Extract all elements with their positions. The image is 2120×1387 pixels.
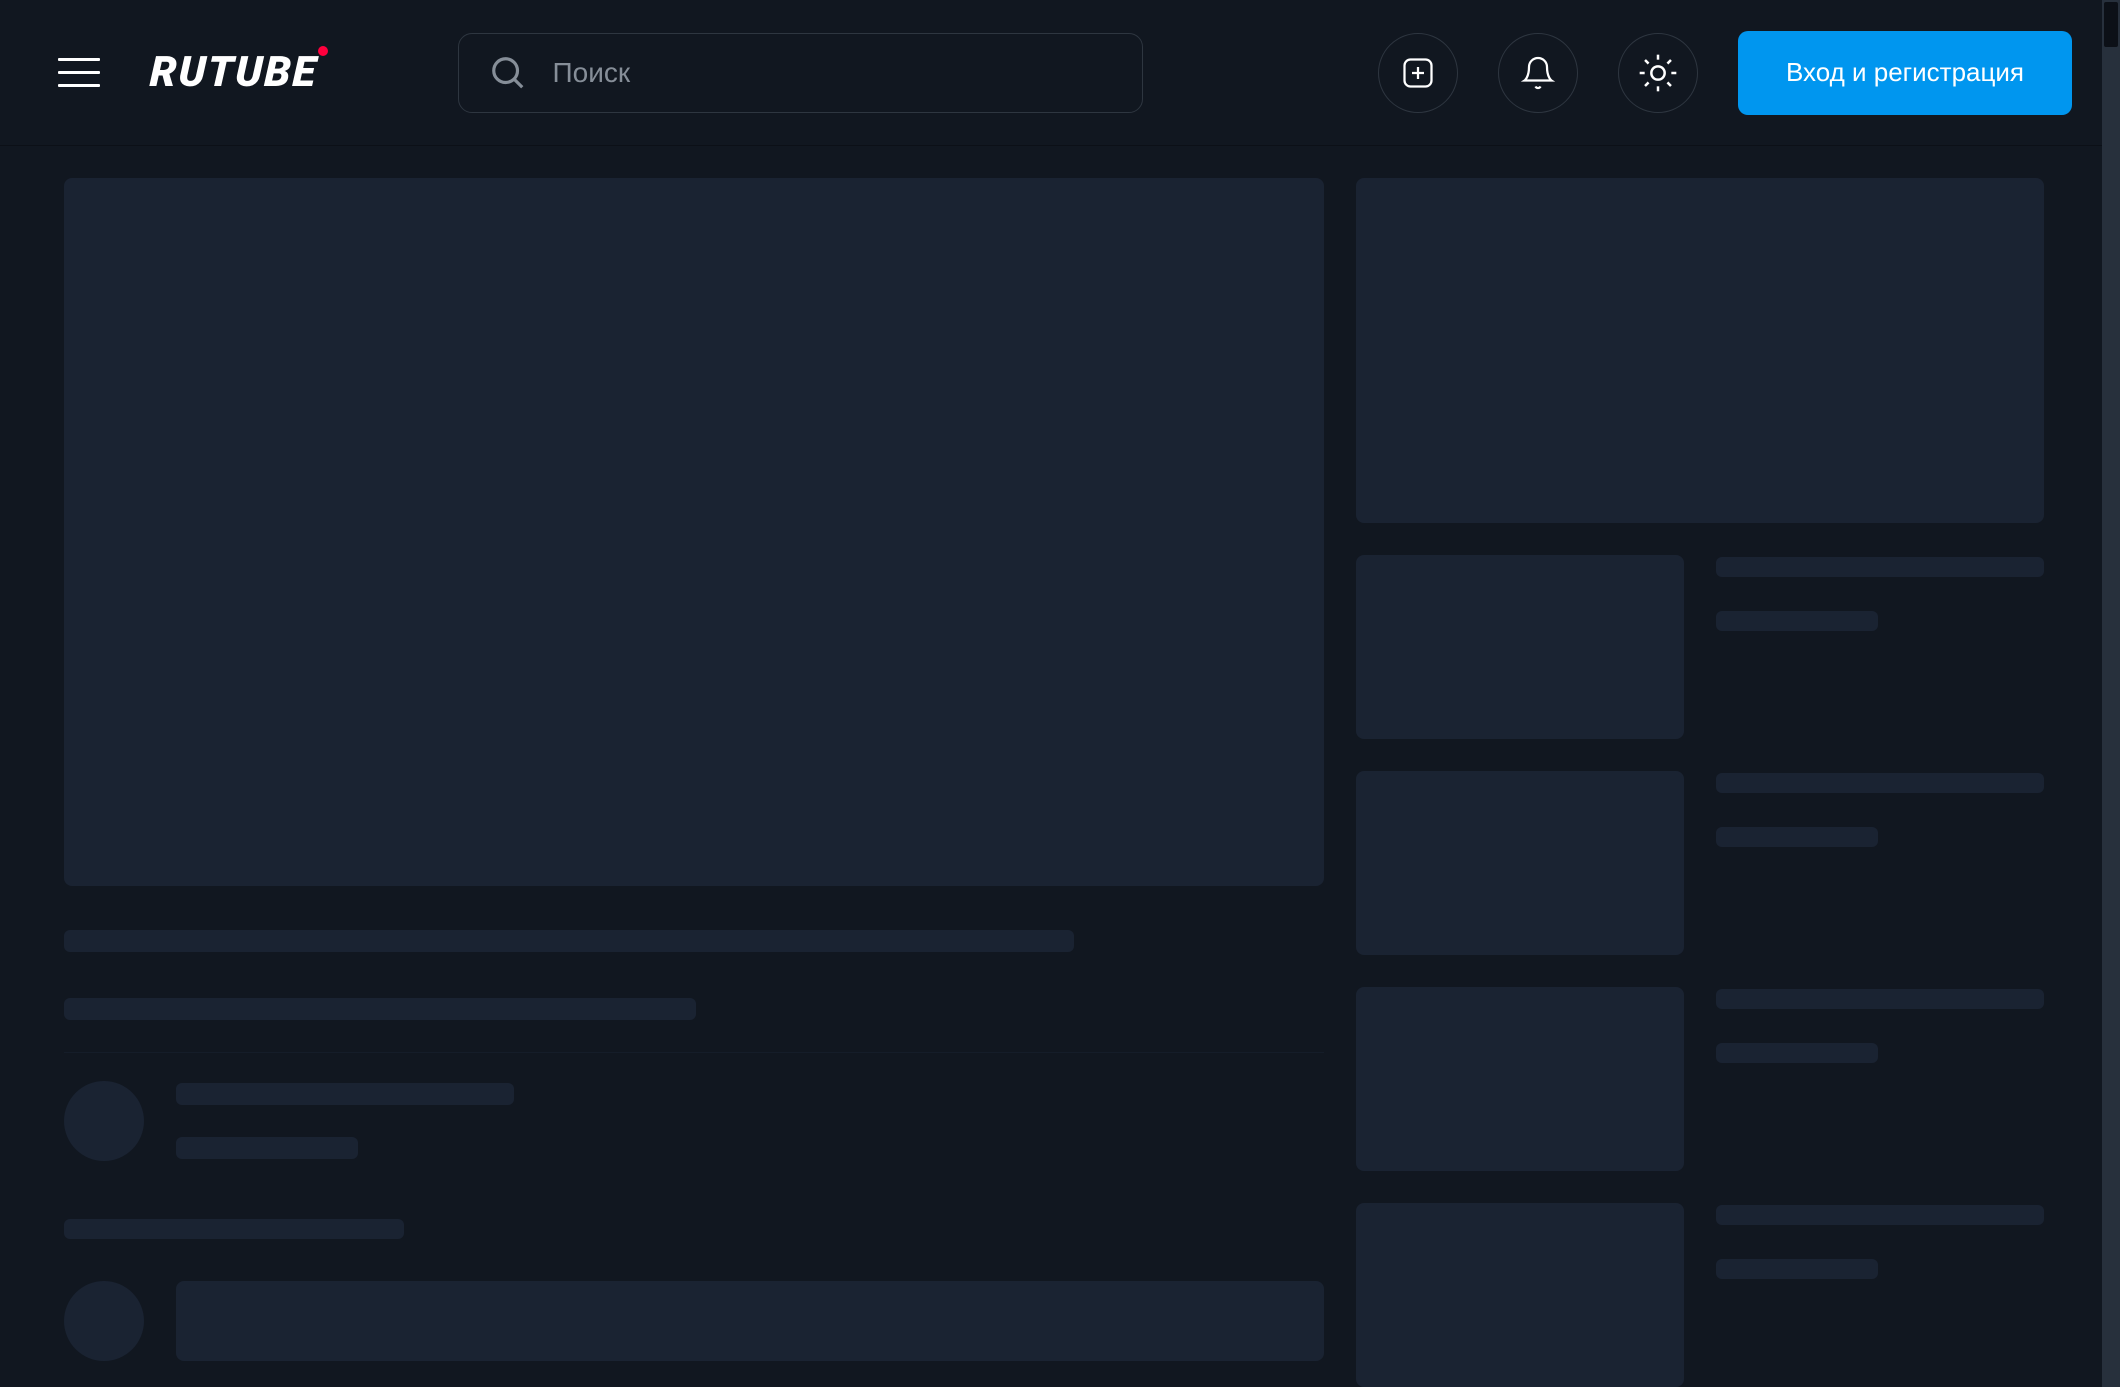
right-column [1356, 178, 2044, 1387]
promo-skeleton [1356, 178, 2044, 523]
add-video-button[interactable] [1378, 33, 1458, 113]
header: RUTUBE [0, 0, 2120, 145]
rec-meta-skeleton [1716, 1259, 1878, 1279]
recommendation-skeleton [1356, 1203, 2044, 1387]
logo-text: RUTUBE [149, 48, 319, 97]
add-video-icon [1400, 55, 1436, 91]
bell-icon [1520, 55, 1556, 91]
rec-thumb-skeleton [1356, 555, 1684, 739]
login-button[interactable]: Вход и регистрация [1738, 31, 2072, 115]
recommendation-skeleton [1356, 987, 2044, 1171]
rec-meta-skeleton [1716, 1043, 1878, 1063]
scrollbar-thumb[interactable] [2104, 2, 2118, 47]
left-column [64, 178, 1324, 1387]
channel-avatar-skeleton [64, 1081, 144, 1161]
rec-title-skeleton [1716, 773, 2044, 793]
theme-toggle-button[interactable] [1618, 33, 1698, 113]
rec-title-skeleton [1716, 557, 2044, 577]
comment-row [64, 1281, 1324, 1361]
main-content [0, 146, 2120, 1387]
notifications-button[interactable] [1498, 33, 1578, 113]
header-actions: Вход и регистрация [1378, 31, 2072, 115]
rec-meta-skeleton [1716, 827, 1878, 847]
logo[interactable]: RUTUBE [150, 48, 318, 97]
rec-meta-skeleton [1716, 611, 1878, 631]
search-icon [489, 54, 527, 92]
channel-name-skeleton [176, 1083, 514, 1105]
channel-row [64, 1081, 1324, 1161]
video-meta-skeleton [64, 998, 696, 1020]
user-avatar-skeleton [64, 1281, 144, 1361]
rec-title-skeleton [1716, 1205, 2044, 1225]
scrollbar[interactable] [2102, 0, 2120, 1387]
description-skeleton [64, 1219, 404, 1239]
divider [64, 1052, 1324, 1053]
rec-title-skeleton [1716, 989, 2044, 1009]
rec-thumb-skeleton [1356, 1203, 1684, 1387]
search-container [458, 33, 1143, 113]
video-title-skeleton [64, 930, 1074, 952]
comment-input-skeleton [176, 1281, 1324, 1361]
channel-subs-skeleton [176, 1137, 358, 1159]
recommendation-skeleton [1356, 771, 2044, 955]
hamburger-icon[interactable] [48, 48, 110, 97]
video-player-skeleton [64, 178, 1324, 886]
search-input[interactable] [553, 57, 1112, 89]
recommendation-skeleton [1356, 555, 2044, 739]
logo-dot-icon [318, 46, 328, 56]
sun-icon [1638, 53, 1678, 93]
search-box[interactable] [458, 33, 1143, 113]
rec-thumb-skeleton [1356, 771, 1684, 955]
rec-thumb-skeleton [1356, 987, 1684, 1171]
